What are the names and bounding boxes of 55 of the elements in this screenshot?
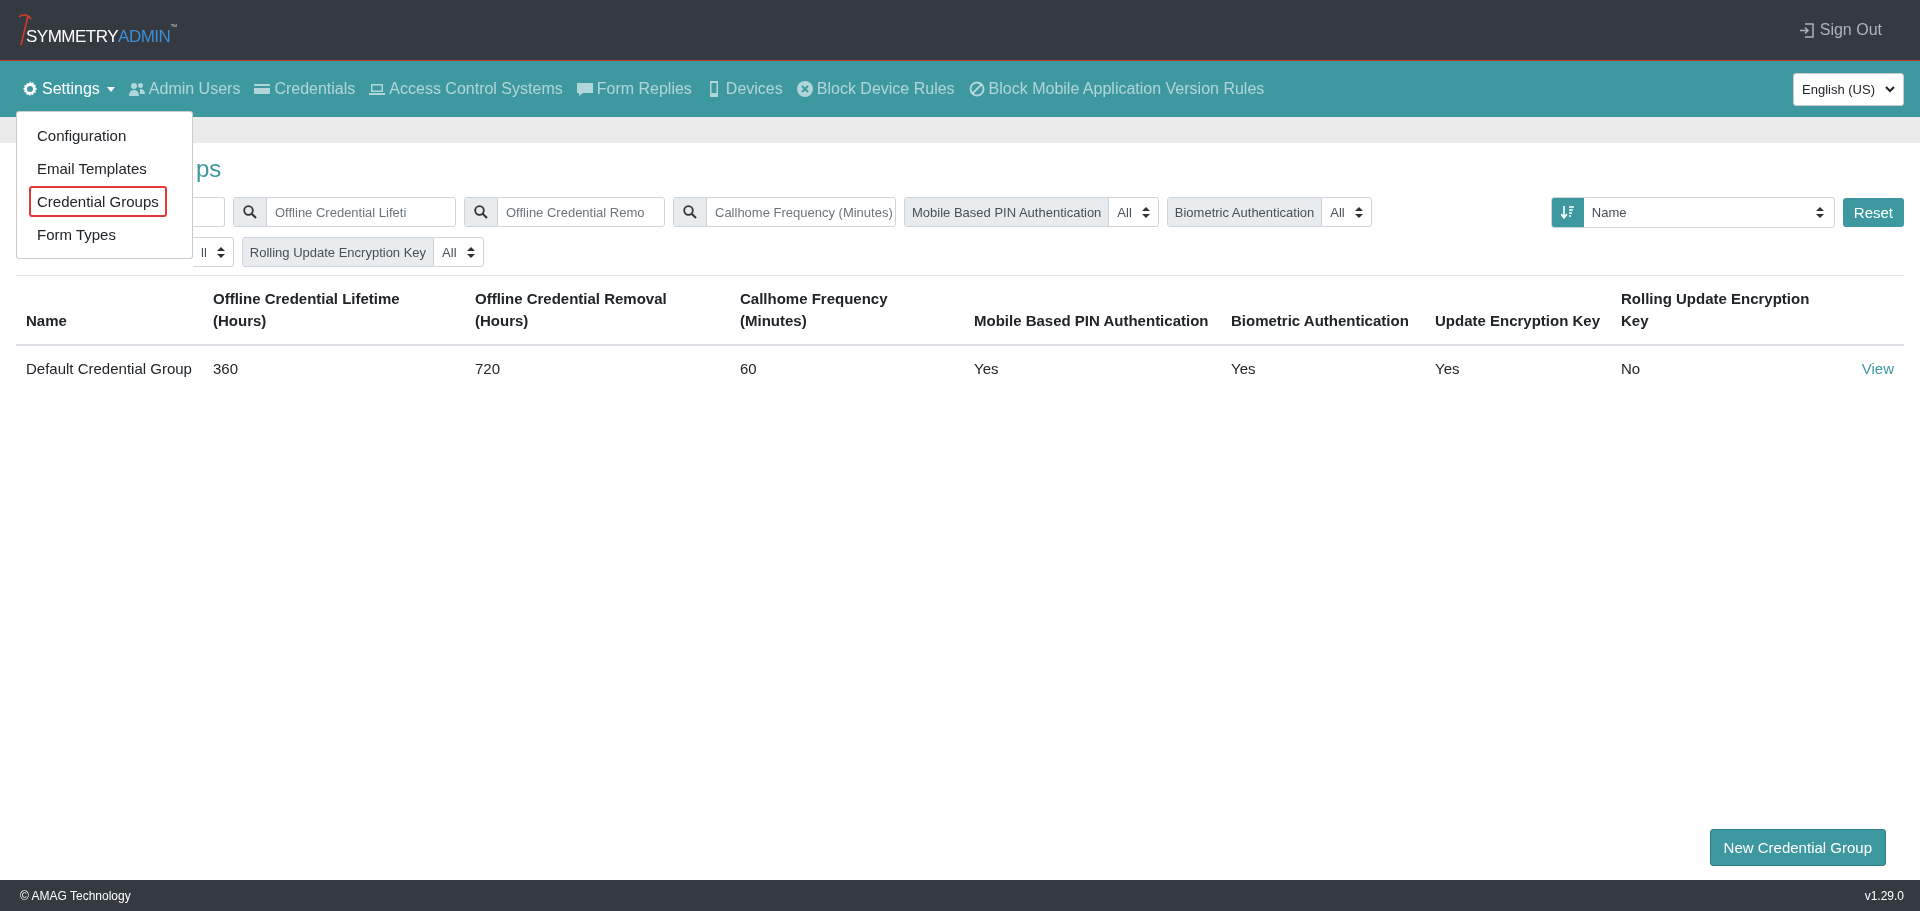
table-cell: Yes [974,359,999,377]
x-circle-icon [796,81,813,97]
table-cell: 60 [740,359,757,377]
card-icon [254,81,271,97]
users-icon [128,81,145,97]
menu-item[interactable]: Form Types [29,219,124,250]
table-cell: Yes [1231,359,1256,377]
menu-item[interactable]: Email Templates [29,153,155,184]
search-field[interactable]: Callhome Frequency (Minutes) [673,197,896,227]
sort-select[interactable]: Name [1550,197,1835,228]
sort-arrows-icon [1815,207,1824,218]
table-cell: No [1621,359,1641,377]
laptop-icon [369,81,386,97]
column-header: Mobile Based PIN Authentication [974,311,1209,329]
column-header: Offline Credential Lifetime (Hours) [213,290,400,329]
reset-button[interactable]: Reset [1842,198,1904,227]
table-cell: 360 [213,359,239,377]
search-icon [243,205,257,219]
view-link[interactable]: View [1861,359,1894,377]
sign-out-icon [1798,22,1814,38]
chat-bubble-icon [576,81,593,97]
new-credential-group-button[interactable]: New Credential Group [1709,829,1886,866]
search-icon [683,205,697,219]
caret-icon [106,86,115,92]
sort-arrows-icon [216,246,225,258]
menu-item[interactable]: Credential Groups [29,186,167,217]
chevron-icon [1885,85,1895,93]
column-header: Callhome Frequency (Minutes) [740,290,888,329]
column-header: Name [26,311,67,329]
sort-arrows-icon [466,246,475,258]
column-header: Biometric Authentication [1231,311,1409,329]
table-cell: Default Credential Group [26,359,192,377]
filter-select[interactable]: Rolling Update Encryption Key All [241,237,484,267]
sort-arrows-icon [1354,206,1363,218]
settings-icon [22,81,38,97]
filter-select[interactable]: Biometric Authentication All [1166,197,1372,227]
copyright-text: © AMAG Technology [20,888,131,903]
nav-item[interactable]: Settings [22,80,115,98]
filter-select[interactable]: Mobile Based PIN Authentication All [904,197,1159,227]
search-field[interactable]: Offline Credential Remo [464,197,665,227]
table-cell: Yes [1435,359,1460,377]
sort-arrows-icon [1141,206,1150,218]
search-icon [474,205,488,219]
table-cell: 720 [475,359,501,377]
ban-icon [968,81,985,97]
menu-item[interactable]: Configuration [29,120,135,151]
language-select[interactable]: English (US) [1793,72,1904,106]
page-title: ps [196,155,223,184]
sort-icon [1560,205,1575,220]
column-header: Offline Credential Removal (Hours) [475,290,667,329]
column-header: Update Encryption Key [1435,311,1601,329]
search-field[interactable]: Offline Credential Lifeti [233,197,456,227]
column-header: Rolling Update Encryption Key [1621,290,1810,329]
version-text: v1.29.0 [1864,888,1904,903]
sign-out-link[interactable]: Sign Out [1792,20,1888,40]
